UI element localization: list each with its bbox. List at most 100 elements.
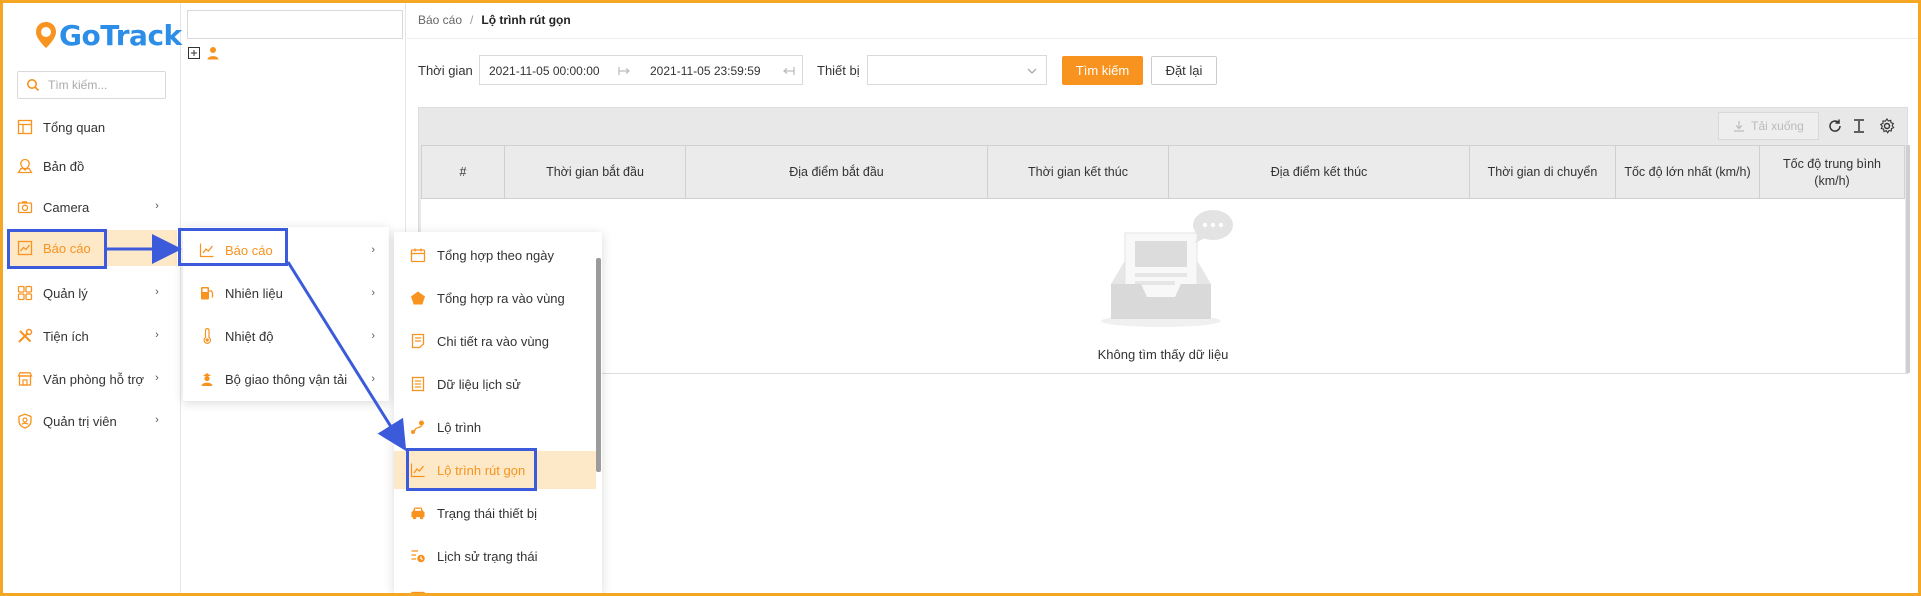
reset-button[interactable]: Đặt lại — [1151, 56, 1217, 85]
breadcrumb-parent[interactable]: Báo cáo — [418, 13, 462, 27]
chevron-right-icon: › — [371, 287, 375, 299]
time-label: Thời gian — [418, 63, 473, 78]
dashboard-icon — [17, 119, 33, 135]
sidebar-item-ban-do[interactable]: Bản đồ — [7, 148, 177, 184]
report-item-du-lieu-lich-su[interactable]: Dữ liệu lịch sử — [394, 365, 596, 403]
data-table: # Thời gian bắt đầu Địa điểm bắt đầu Thờ… — [421, 145, 1905, 373]
list-icon — [411, 591, 425, 593]
camera-icon — [17, 201, 33, 214]
chevron-right-icon: › — [155, 286, 159, 298]
thermometer-icon — [203, 328, 212, 344]
divider — [407, 38, 1918, 39]
sidebar-item-label: Tổng quan — [43, 119, 106, 135]
column-header-index: # — [421, 146, 505, 199]
report-item-lo-trinh-rut-gon[interactable]: Lộ trình rút gọn — [394, 451, 596, 489]
submenu-bao-cao: Báo cáo › Nhiên liệu › Nhiệt độ › Bộ gia… — [183, 227, 389, 401]
store-icon — [17, 372, 33, 386]
submenu-item-bo-giao-thong-van-tai[interactable]: Bộ giao thông vận tải › — [183, 360, 389, 398]
report-table-panel: Tải xuống # Thời gian bắt đầu Địa điểm b… — [418, 107, 1910, 374]
submenu-item-label: Bộ giao thông vận tải — [225, 371, 348, 387]
report-item-label: Tổng hợp theo ngày — [437, 247, 554, 263]
column-header-avg-speed: Tốc độ trung bình (km/h) — [1760, 146, 1905, 199]
breadcrumb-current: Lộ trình rút gọn — [481, 13, 571, 27]
map-icon — [17, 158, 33, 174]
chevron-right-icon: › — [155, 200, 159, 212]
report-item-label: Lộ trình rút gọn — [437, 462, 526, 478]
device-select[interactable] — [867, 55, 1047, 85]
submenu-scrollbar[interactable] — [596, 258, 601, 472]
tree-root-node[interactable] — [188, 46, 220, 60]
sidebar-item-camera[interactable]: Camera › — [7, 189, 177, 225]
report-item-chi-tiet-ra-vao-vung[interactable]: Chi tiết ra vào vùng — [394, 322, 596, 360]
sidebar-item-van-phong-ho-tro[interactable]: Văn phòng hỗ trợ › — [7, 361, 177, 397]
breadcrumb-separator: / — [470, 13, 474, 27]
chevron-right-icon: › — [155, 372, 159, 384]
report-item-tong-hop-ra-vao-vung[interactable]: Tổng hợp ra vào vùng — [394, 279, 596, 317]
officer-icon — [201, 373, 213, 386]
download-button[interactable]: Tải xuống — [1718, 112, 1819, 140]
table-toolbar: Tải xuống — [419, 108, 1907, 145]
column-height-icon[interactable] — [1851, 118, 1867, 134]
report-item-more[interactable] — [394, 580, 596, 593]
calendar-icon — [410, 248, 426, 263]
report-item-label: Dữ liệu lịch sử — [437, 376, 521, 392]
car-icon — [411, 507, 425, 520]
chart-line-icon — [410, 463, 425, 478]
table-scrollbar[interactable] — [1906, 145, 1910, 373]
sidebar-item-label: Camera — [43, 199, 90, 215]
breadcrumb: Báo cáo / Lộ trình rút gọn — [418, 13, 571, 27]
empty-state: Không tìm thấy dữ liệu — [421, 199, 1905, 373]
gotrack-logo[interactable]: GoTrack — [35, 13, 182, 57]
empty-message: Không tìm thấy dữ liệu — [1097, 347, 1229, 362]
submenu-item-nhiet-do[interactable]: Nhiệt độ › — [183, 317, 389, 355]
sidebar-item-label: Quản lý — [43, 285, 88, 301]
chevron-right-icon: › — [155, 414, 159, 426]
download-icon — [1734, 121, 1745, 132]
sidebar-item-label: Bản đồ — [43, 158, 85, 174]
report-item-label: Chi tiết ra vào vùng — [437, 333, 550, 349]
submenu-item-label: Nhiệt độ — [225, 328, 274, 344]
start-date-value[interactable]: 2021-11-05 00:00:00 — [489, 64, 600, 78]
submenu-item-nhien-lieu[interactable]: Nhiên liệu › — [183, 274, 389, 312]
sidebar-item-label: Báo cáo — [43, 240, 91, 256]
chart-line-icon — [199, 243, 214, 258]
report-item-lich-su-trang-thai[interactable]: Lịch sử trạng thái — [394, 537, 596, 575]
report-item-lo-trinh[interactable]: Lộ trình — [394, 408, 596, 446]
sidebar-item-bao-cao[interactable]: Báo cáo — [7, 230, 177, 266]
search-icon — [27, 79, 40, 92]
device-label: Thiết bị — [817, 63, 860, 78]
chevron-right-icon: › — [371, 244, 375, 256]
column-header-end-location: Địa điểm kết thúc — [1169, 146, 1470, 199]
end-date-value[interactable]: 2021-11-05 23:59:59 — [650, 64, 761, 78]
grid-icon — [17, 285, 33, 301]
sidebar-item-tien-ich[interactable]: Tiện ích › — [7, 318, 177, 354]
settings-icon[interactable] — [1879, 118, 1895, 134]
report-item-tong-hop-theo-ngay[interactable]: Tổng hợp theo ngày — [394, 236, 596, 274]
tools-icon — [18, 328, 33, 343]
column-header-max-speed: Tốc độ lớn nhất (km/h) — [1616, 146, 1760, 199]
date-range-picker[interactable]: 2021-11-05 00:00:00 2021-11-05 23:59:59 — [479, 55, 803, 85]
report-item-trang-thai-thiet-bi[interactable]: Trạng thái thiết bị — [394, 494, 596, 532]
tree-search-input[interactable] — [187, 10, 403, 39]
search-button[interactable]: Tìm kiếm — [1062, 56, 1143, 85]
sidebar-item-label: Văn phòng hỗ trợ — [43, 371, 145, 387]
chevron-right-icon: › — [371, 330, 375, 342]
sidebar-item-tong-quan[interactable]: Tổng quan — [7, 109, 177, 145]
chevron-right-icon: › — [155, 329, 159, 341]
history-list-icon — [411, 376, 425, 392]
empty-inbox-icon — [1101, 210, 1233, 327]
sidebar-item-label: Tiện ích — [43, 328, 89, 344]
submenu-item-bao-cao[interactable]: Báo cáo › — [183, 231, 389, 269]
report-item-label: Tổng hợp ra vào vùng — [437, 290, 565, 306]
chevron-down-icon — [1027, 68, 1037, 74]
submenu-item-label: Báo cáo — [225, 242, 273, 258]
expand-icon[interactable] — [188, 47, 200, 59]
sidebar-item-quan-ly[interactable]: Quản lý › — [7, 275, 177, 311]
column-header-end-time: Thời gian kết thúc — [988, 146, 1169, 199]
report-item-label: Trạng thái thiết bị — [437, 505, 537, 521]
sidebar-item-quan-tri-vien[interactable]: Quản trị viên › — [7, 403, 177, 439]
search-input[interactable] — [48, 78, 158, 92]
refresh-icon[interactable] — [1827, 118, 1843, 134]
sidebar-search[interactable] — [17, 71, 166, 99]
column-header-start-location: Địa điểm bắt đầu — [686, 146, 988, 199]
